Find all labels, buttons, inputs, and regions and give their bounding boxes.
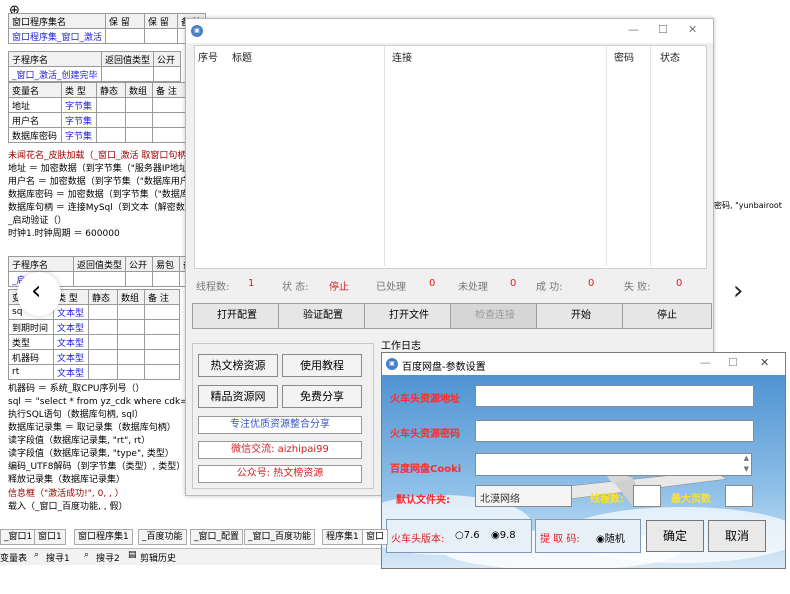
- default-folder-label: 默认文件夹:: [396, 495, 450, 506]
- cookie-textarea[interactable]: ▲ ▼: [475, 453, 752, 476]
- results-list[interactable]: [194, 45, 707, 269]
- close-icon[interactable]: ✕: [688, 23, 697, 36]
- resource-address-label: 火车头资源地址: [390, 394, 460, 405]
- search-1-tab[interactable]: 搜寻1: [46, 551, 70, 564]
- search-icon: ⌕: [84, 550, 90, 560]
- ok-button[interactable]: 确定: [646, 520, 704, 552]
- resource-password-input[interactable]: [475, 420, 754, 442]
- settings-dialog: ▣ 百度网盘-参数设置 — ☐ ✕ 火车头资源地址 火车头资源密码 百度网盘Co…: [381, 352, 786, 569]
- promo-slogan[interactable]: 专注优质资源整合分享: [198, 416, 362, 434]
- tab-window-config[interactable]: _窗口_配置: [190, 529, 244, 545]
- default-folder-input[interactable]: 北漠网络: [475, 485, 572, 507]
- cancel-button[interactable]: 取消: [708, 520, 766, 552]
- random-code-radio[interactable]: ◉随机: [596, 530, 625, 545]
- version-7-6-radio[interactable]: ○7.6: [455, 530, 480, 541]
- tab-window-assembly-1[interactable]: 窗口程序集1: [74, 529, 133, 545]
- code-overflow-text: 密码, "yunbairoot: [714, 201, 782, 210]
- variable-table-1: 变量名 类 型 静态 数组 备 注 地址 字节集 用户名 字节集 数据库密码 字节集: [8, 82, 188, 143]
- tab-window-1[interactable]: 窗口1: [34, 529, 66, 545]
- dialog-titlebar: ▣ 百度网盘-参数设置 — ☐ ✕: [382, 353, 785, 375]
- open-file-button[interactable]: 打开文件: [364, 303, 454, 329]
- assembly-table: 窗口程序集名 保 留 保 留 备 注 窗口程序集_窗口_激活: [7, 13, 206, 44]
- clipboard-history-tab[interactable]: 剪辑历史: [140, 551, 176, 564]
- tutorial-button[interactable]: 使用教程: [282, 354, 362, 377]
- version-group: 火车头版本: ○7.6 ◉9.8: [386, 519, 532, 553]
- close-icon[interactable]: ✕: [760, 356, 769, 369]
- free-share-button[interactable]: 免费分享: [282, 385, 362, 408]
- search-icon: ⌕: [34, 550, 40, 560]
- minimize-icon[interactable]: —: [628, 23, 639, 36]
- start-button[interactable]: 开始: [536, 303, 626, 329]
- verify-config-button[interactable]: 验证配置: [278, 303, 368, 329]
- check-connection-button[interactable]: 检查连接: [450, 303, 540, 329]
- app-icon: ▣: [386, 358, 398, 370]
- tab-window-baidu-function[interactable]: _窗口_百度功能: [244, 529, 316, 545]
- cookie-label: 百度网盘Cooki: [390, 464, 462, 475]
- search-2-tab[interactable]: 搜寻2: [96, 551, 120, 564]
- max-pages-label: 最大页数: [671, 494, 711, 505]
- main-window-titlebar: ▣ — ☐ ✕: [186, 19, 713, 43]
- resource-password-label: 火车头资源密码: [390, 429, 460, 440]
- scroll-down-icon[interactable]: ▼: [744, 465, 749, 473]
- max-pages-input[interactable]: [725, 485, 753, 507]
- variables-tab[interactable]: 变量表: [0, 551, 27, 564]
- tab-window-1a[interactable]: _窗口1: [0, 529, 37, 545]
- version-9-8-radio[interactable]: ◉9.8: [491, 530, 516, 541]
- minimize-icon[interactable]: —: [700, 356, 711, 369]
- clipboard-icon: ▤: [128, 550, 137, 560]
- app-icon: ▣: [191, 25, 203, 37]
- threads-label: 线程数:: [590, 494, 624, 505]
- promo-wechat[interactable]: 微信交流: aizhipai99: [198, 441, 362, 459]
- next-arrow-button[interactable]: ›: [733, 276, 743, 306]
- hot-list-resource-button[interactable]: 热文榜资源: [198, 354, 278, 377]
- log-label: 工作日志: [381, 341, 421, 352]
- maximize-icon[interactable]: ☐: [658, 23, 668, 36]
- chevron-left-icon: ‹: [31, 276, 42, 306]
- subroutine-table-1: 子程序名 返回值类型 公开 _窗口_激活_创建完毕: [8, 51, 182, 82]
- open-config-button[interactable]: 打开配置: [192, 303, 282, 329]
- dialog-title: 百度网盘-参数设置: [402, 362, 486, 373]
- bottom-panel-bar: 变量表 ⌕ 搜寻1 ⌕ 搜寻2 ▤ 剪辑历史: [0, 548, 381, 565]
- chevron-right-icon: ›: [733, 276, 744, 306]
- stop-button[interactable]: 停止: [622, 303, 712, 329]
- tab-window[interactable]: 窗口: [362, 529, 389, 545]
- code-group: 提 取 码: ◉随机: [535, 519, 641, 553]
- resource-address-input[interactable]: [475, 385, 754, 407]
- tab-baidu-function[interactable]: _百度功能: [138, 529, 187, 545]
- maximize-icon[interactable]: ☐: [728, 356, 738, 369]
- premium-resource-button[interactable]: 精品资源网: [198, 385, 278, 408]
- tab-assembly-1[interactable]: 程序集1: [322, 529, 363, 545]
- prev-arrow-button[interactable]: ‹: [17, 272, 61, 316]
- promo-official-account[interactable]: 公众号: 热文榜资源: [198, 465, 362, 483]
- threads-input[interactable]: [633, 485, 661, 507]
- scroll-up-icon[interactable]: ▲: [744, 454, 749, 462]
